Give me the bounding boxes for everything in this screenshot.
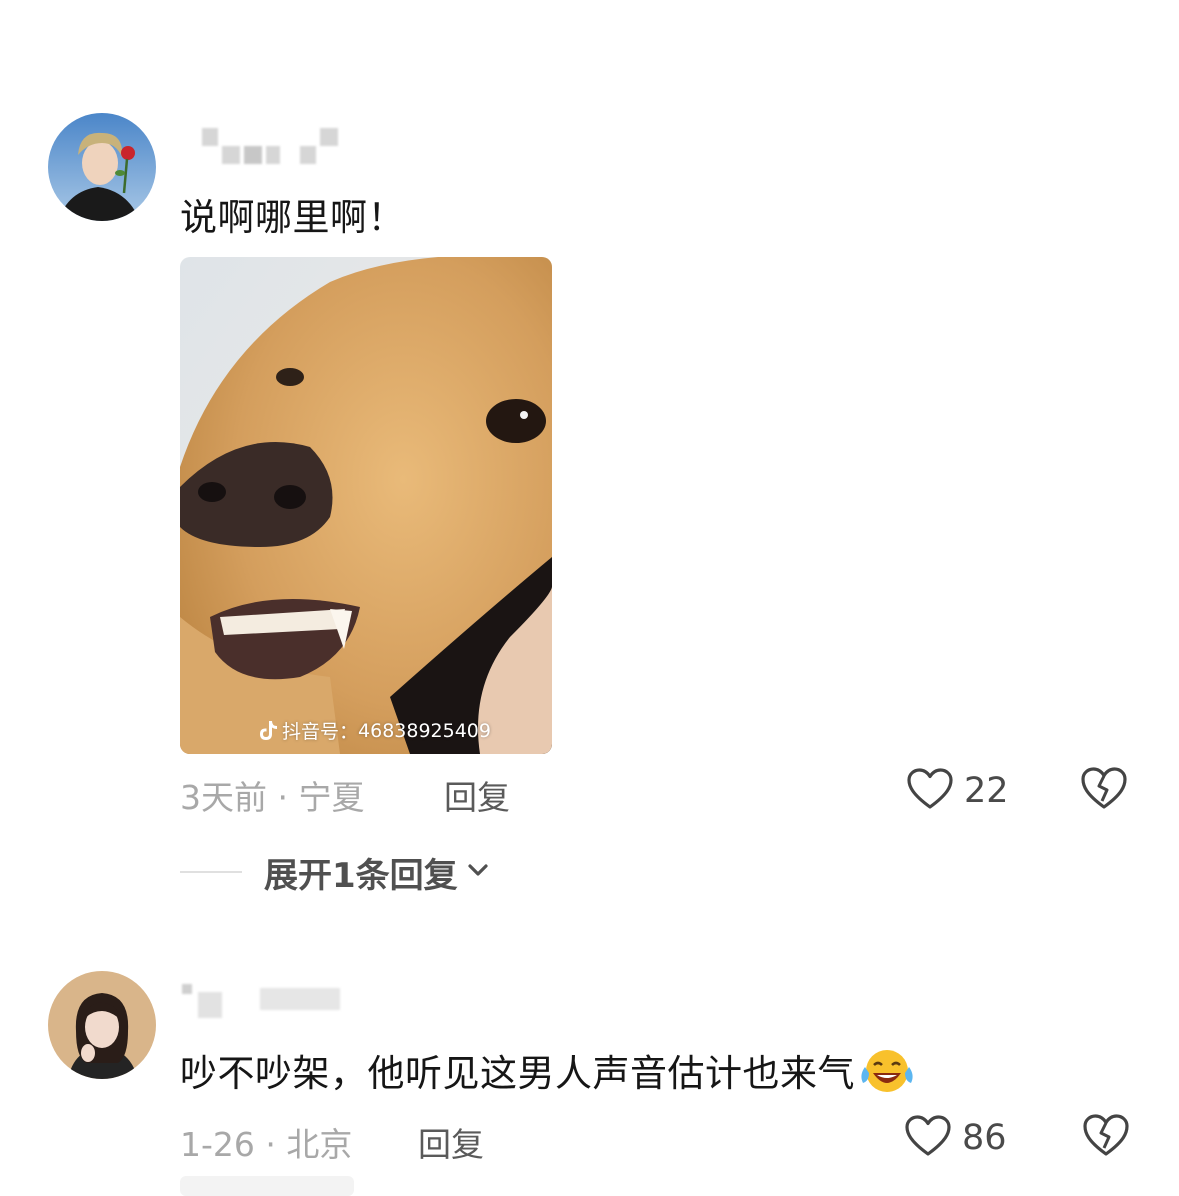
time-location: 3天前 · 宁夏 [180, 778, 365, 817]
comment-text: 说啊哪里啊！ [180, 196, 405, 239]
user-avatar[interactable] [48, 971, 156, 1079]
user-avatar[interactable] [48, 113, 156, 221]
expand-replies-button[interactable]: 展开1条回复 [180, 850, 490, 896]
avatar-man-with-rose-icon [48, 113, 156, 221]
comment-image[interactable]: 抖音号： 46838925409 [180, 257, 552, 754]
media-watermark: 抖音号： 46838925409 [258, 717, 491, 744]
divider-line [180, 871, 242, 873]
dislike-button[interactable] [1080, 765, 1128, 815]
broken-heart-icon [1083, 1114, 1129, 1156]
heart-outline-icon [906, 767, 954, 815]
broken-heart-icon [1081, 767, 1127, 809]
reply-button[interactable]: 回复 [418, 1118, 484, 1166]
watermark-prefix: 抖音号： [282, 721, 359, 743]
like-button[interactable]: 22 [906, 767, 1009, 815]
expand-replies-label: 展开1条回复 [264, 855, 458, 896]
like-button[interactable]: 86 [904, 1114, 1007, 1162]
username-redacted [180, 980, 360, 1024]
dislike-button[interactable] [1082, 1112, 1130, 1162]
username-redacted [180, 128, 360, 172]
heart-outline-icon [904, 1114, 952, 1162]
comment-meta: 1-26 · 北京 回复 86 [180, 1114, 1140, 1164]
partial-next-element [180, 1176, 354, 1196]
reply-button[interactable]: 回复 [444, 771, 510, 819]
chevron-down-icon [466, 862, 490, 882]
like-count: 86 [962, 1118, 1007, 1158]
comment-text: 吵不吵架，他听见这男人声音估计也来气 [180, 1043, 915, 1104]
watermark-id: 46838925409 [358, 719, 491, 742]
time-location: 1-26 · 北京 [180, 1125, 353, 1164]
golden-retriever-image-icon [180, 257, 552, 754]
avatar-woman-photo-icon [48, 971, 156, 1079]
tiktok-logo-icon [258, 720, 278, 742]
comment-meta: 3天前 · 宁夏 回复 22 [180, 767, 1140, 817]
laughing-crying-emoji-icon [857, 1047, 915, 1104]
comment-text-content: 吵不吵架，他听见这男人声音估计也来气 [180, 1052, 855, 1095]
like-count: 22 [964, 771, 1009, 811]
